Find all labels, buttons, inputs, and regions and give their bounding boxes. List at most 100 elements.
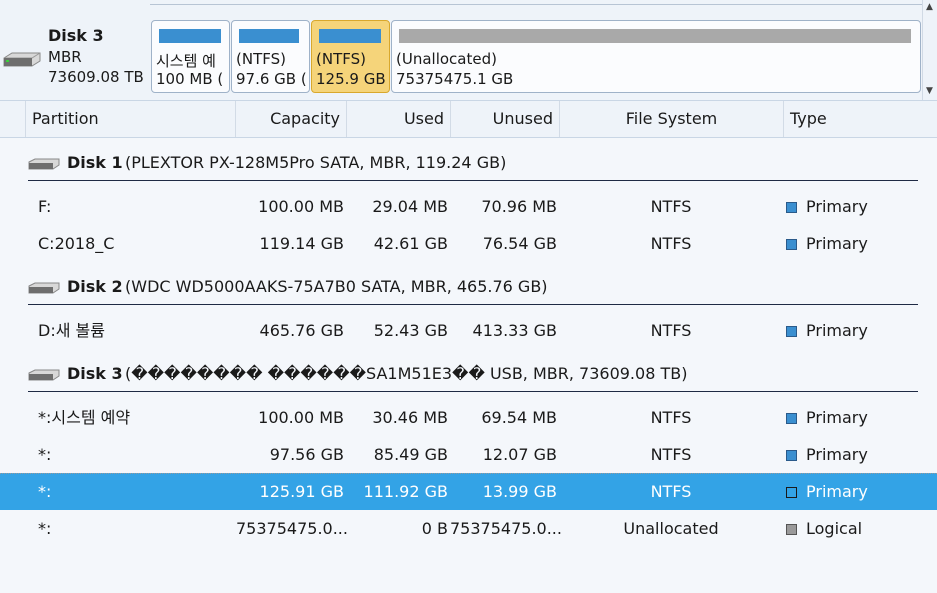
cell-unused: 75375475.0... xyxy=(450,519,562,538)
scroll-down-arrow-icon[interactable]: ▼ xyxy=(926,86,933,96)
cell-capacity: 100.00 MB xyxy=(258,197,344,216)
disk-row-disk-1[interactable]: Disk 1 (PLEXTOR PX-128M5Pro SATA, MBR, 1… xyxy=(28,146,918,181)
disk-map-name: Disk 3 xyxy=(48,26,104,45)
hard-disk-icon xyxy=(28,369,60,381)
disk-row-disk-3[interactable]: Disk 3 (�������� ������SA1M51E3�� USB, M… xyxy=(28,357,918,392)
primary-type-icon xyxy=(786,413,797,424)
partition-block-system-reserved[interactable]: 시스템 예 100 MB ( xyxy=(151,20,230,93)
table-row[interactable]: *:시스템 예약 100.00 MB 30.46 MB 69.54 MB NTF… xyxy=(0,400,937,436)
cell-type: Primary xyxy=(806,408,868,427)
partition-block-unallocated[interactable]: (Unallocated) 75375475.1 GB xyxy=(391,20,921,93)
primary-type-icon xyxy=(786,450,797,461)
disk-map-scheme: MBR xyxy=(48,48,82,66)
partition-block-label: (NTFS) xyxy=(236,50,286,68)
disk-name: Disk 3 xyxy=(67,364,123,383)
cell-file-system: NTFS xyxy=(650,197,692,216)
cell-unused: 69.54 MB xyxy=(481,408,557,427)
cell-partition: *: xyxy=(38,445,52,464)
column-header-capacity[interactable]: Capacity xyxy=(236,101,347,137)
partition-usage-bar xyxy=(319,29,381,43)
cell-capacity: 100.00 MB xyxy=(258,408,344,427)
cell-partition: *: xyxy=(38,482,52,501)
cell-unused: 12.07 GB xyxy=(482,445,557,464)
disk-map-panel: Disk 3 MBR 73609.08 TB 시스템 예 100 MB ( (N… xyxy=(0,0,937,101)
partition-block-size: 97.6 GB ( xyxy=(236,70,307,88)
cell-capacity: 119.14 GB xyxy=(259,234,344,253)
cell-partition: C:2018_C xyxy=(38,234,115,253)
scroll-up-arrow-icon[interactable]: ▲ xyxy=(926,2,933,12)
cell-used: 29.04 MB xyxy=(372,197,448,216)
disk-description: (PLEXTOR PX-128M5Pro SATA, MBR, 119.24 G… xyxy=(125,153,507,172)
primary-type-icon xyxy=(786,202,797,213)
cell-used: 42.61 GB xyxy=(373,234,448,253)
column-header-type[interactable]: Type xyxy=(784,101,937,137)
partition-table-header: Partition Capacity Used Unused File Syst… xyxy=(0,101,937,138)
table-row[interactable]: F: 100.00 MB 29.04 MB 70.96 MB NTFS Prim… xyxy=(0,189,937,225)
cell-capacity: 125.91 GB xyxy=(259,482,344,501)
cell-unused: 76.54 GB xyxy=(482,234,557,253)
column-header-file-system[interactable]: File System xyxy=(560,101,784,137)
cell-type: Primary xyxy=(806,321,868,340)
table-row[interactable]: *: 97.56 GB 85.49 GB 12.07 GB NTFS Prima… xyxy=(0,437,937,473)
partition-usage-bar xyxy=(239,29,299,43)
cell-file-system: NTFS xyxy=(650,445,692,464)
cell-partition: *: xyxy=(38,519,52,538)
cell-capacity: 465.76 GB xyxy=(259,321,344,340)
cell-used: 111.92 GB xyxy=(363,482,448,501)
column-header-partition[interactable]: Partition xyxy=(26,101,236,137)
table-row[interactable]: *: 75375475.0... 0 B 75375475.0... Unall… xyxy=(0,511,937,547)
partition-block-label: (Unallocated) xyxy=(396,50,497,68)
disk-description: (WDC WD5000AAKS-75A7B0 SATA, MBR, 465.76… xyxy=(125,277,548,296)
disk-map-scrollbar[interactable] xyxy=(922,0,937,100)
cell-type: Logical xyxy=(806,519,863,538)
partition-block-label: (NTFS) xyxy=(316,50,366,68)
column-header-unused[interactable]: Unused xyxy=(451,101,560,137)
cell-unused: 13.99 GB xyxy=(482,482,557,501)
previous-disk-map-edge xyxy=(150,0,922,5)
table-row[interactable]: D:새 볼륨 465.76 GB 52.43 GB 413.33 GB NTFS… xyxy=(0,313,937,349)
cell-partition: F: xyxy=(38,197,52,216)
cell-type: Primary xyxy=(806,234,868,253)
cell-used: 85.49 GB xyxy=(373,445,448,464)
cell-used: 0 B xyxy=(421,519,448,538)
primary-type-icon xyxy=(786,326,797,337)
cell-file-system: NTFS xyxy=(650,234,692,253)
cell-used: 52.43 GB xyxy=(373,321,448,340)
cell-file-system: NTFS xyxy=(650,321,692,340)
cell-type: Primary xyxy=(806,482,868,501)
disk-map-size: 73609.08 TB xyxy=(48,68,144,86)
partition-block-size: 100 MB ( xyxy=(156,70,224,88)
table-row-selected[interactable]: *: 125.91 GB 111.92 GB 13.99 GB NTFS Pri… xyxy=(0,473,937,510)
hard-disk-icon xyxy=(3,52,41,67)
logical-type-icon xyxy=(786,524,797,535)
disk-name: Disk 1 xyxy=(67,153,123,172)
partition-block-ntfs-2-selected[interactable]: (NTFS) 125.9 GB xyxy=(311,20,390,93)
primary-type-icon xyxy=(786,487,797,498)
header-spacer xyxy=(0,101,26,137)
cell-file-system: Unallocated xyxy=(623,519,719,538)
cell-file-system: NTFS xyxy=(650,482,692,501)
table-row[interactable]: C:2018_C 119.14 GB 42.61 GB 76.54 GB NTF… xyxy=(0,226,937,262)
partition-usage-bar xyxy=(159,29,221,43)
partition-block-ntfs-1[interactable]: (NTFS) 97.6 GB ( xyxy=(231,20,310,93)
cell-type: Primary xyxy=(806,197,868,216)
cell-used: 30.46 MB xyxy=(372,408,448,427)
cell-capacity: 97.56 GB xyxy=(269,445,344,464)
cell-capacity: 75375475.0... xyxy=(236,519,348,538)
column-header-used[interactable]: Used xyxy=(347,101,451,137)
partition-block-size: 125.9 GB xyxy=(316,70,386,88)
cell-type: Primary xyxy=(806,445,868,464)
cell-partition: D:새 볼륨 xyxy=(38,321,105,340)
disk-map-label[interactable]: Disk 3 MBR 73609.08 TB xyxy=(0,22,150,92)
disk-name: Disk 2 xyxy=(67,277,123,296)
primary-type-icon xyxy=(786,239,797,250)
hard-disk-icon xyxy=(28,158,60,170)
cell-partition: *:시스템 예약 xyxy=(38,408,131,427)
cell-file-system: NTFS xyxy=(650,408,692,427)
cell-unused: 70.96 MB xyxy=(481,197,557,216)
disk-description: (�������� ������SA1M51E3�� USB, MBR, 736… xyxy=(125,364,688,383)
partition-usage-bar xyxy=(399,29,911,43)
partition-block-label: 시스템 예 xyxy=(156,52,216,70)
disk-row-disk-2[interactable]: Disk 2 (WDC WD5000AAKS-75A7B0 SATA, MBR,… xyxy=(28,270,918,305)
partition-block-size: 75375475.1 GB xyxy=(396,70,514,88)
